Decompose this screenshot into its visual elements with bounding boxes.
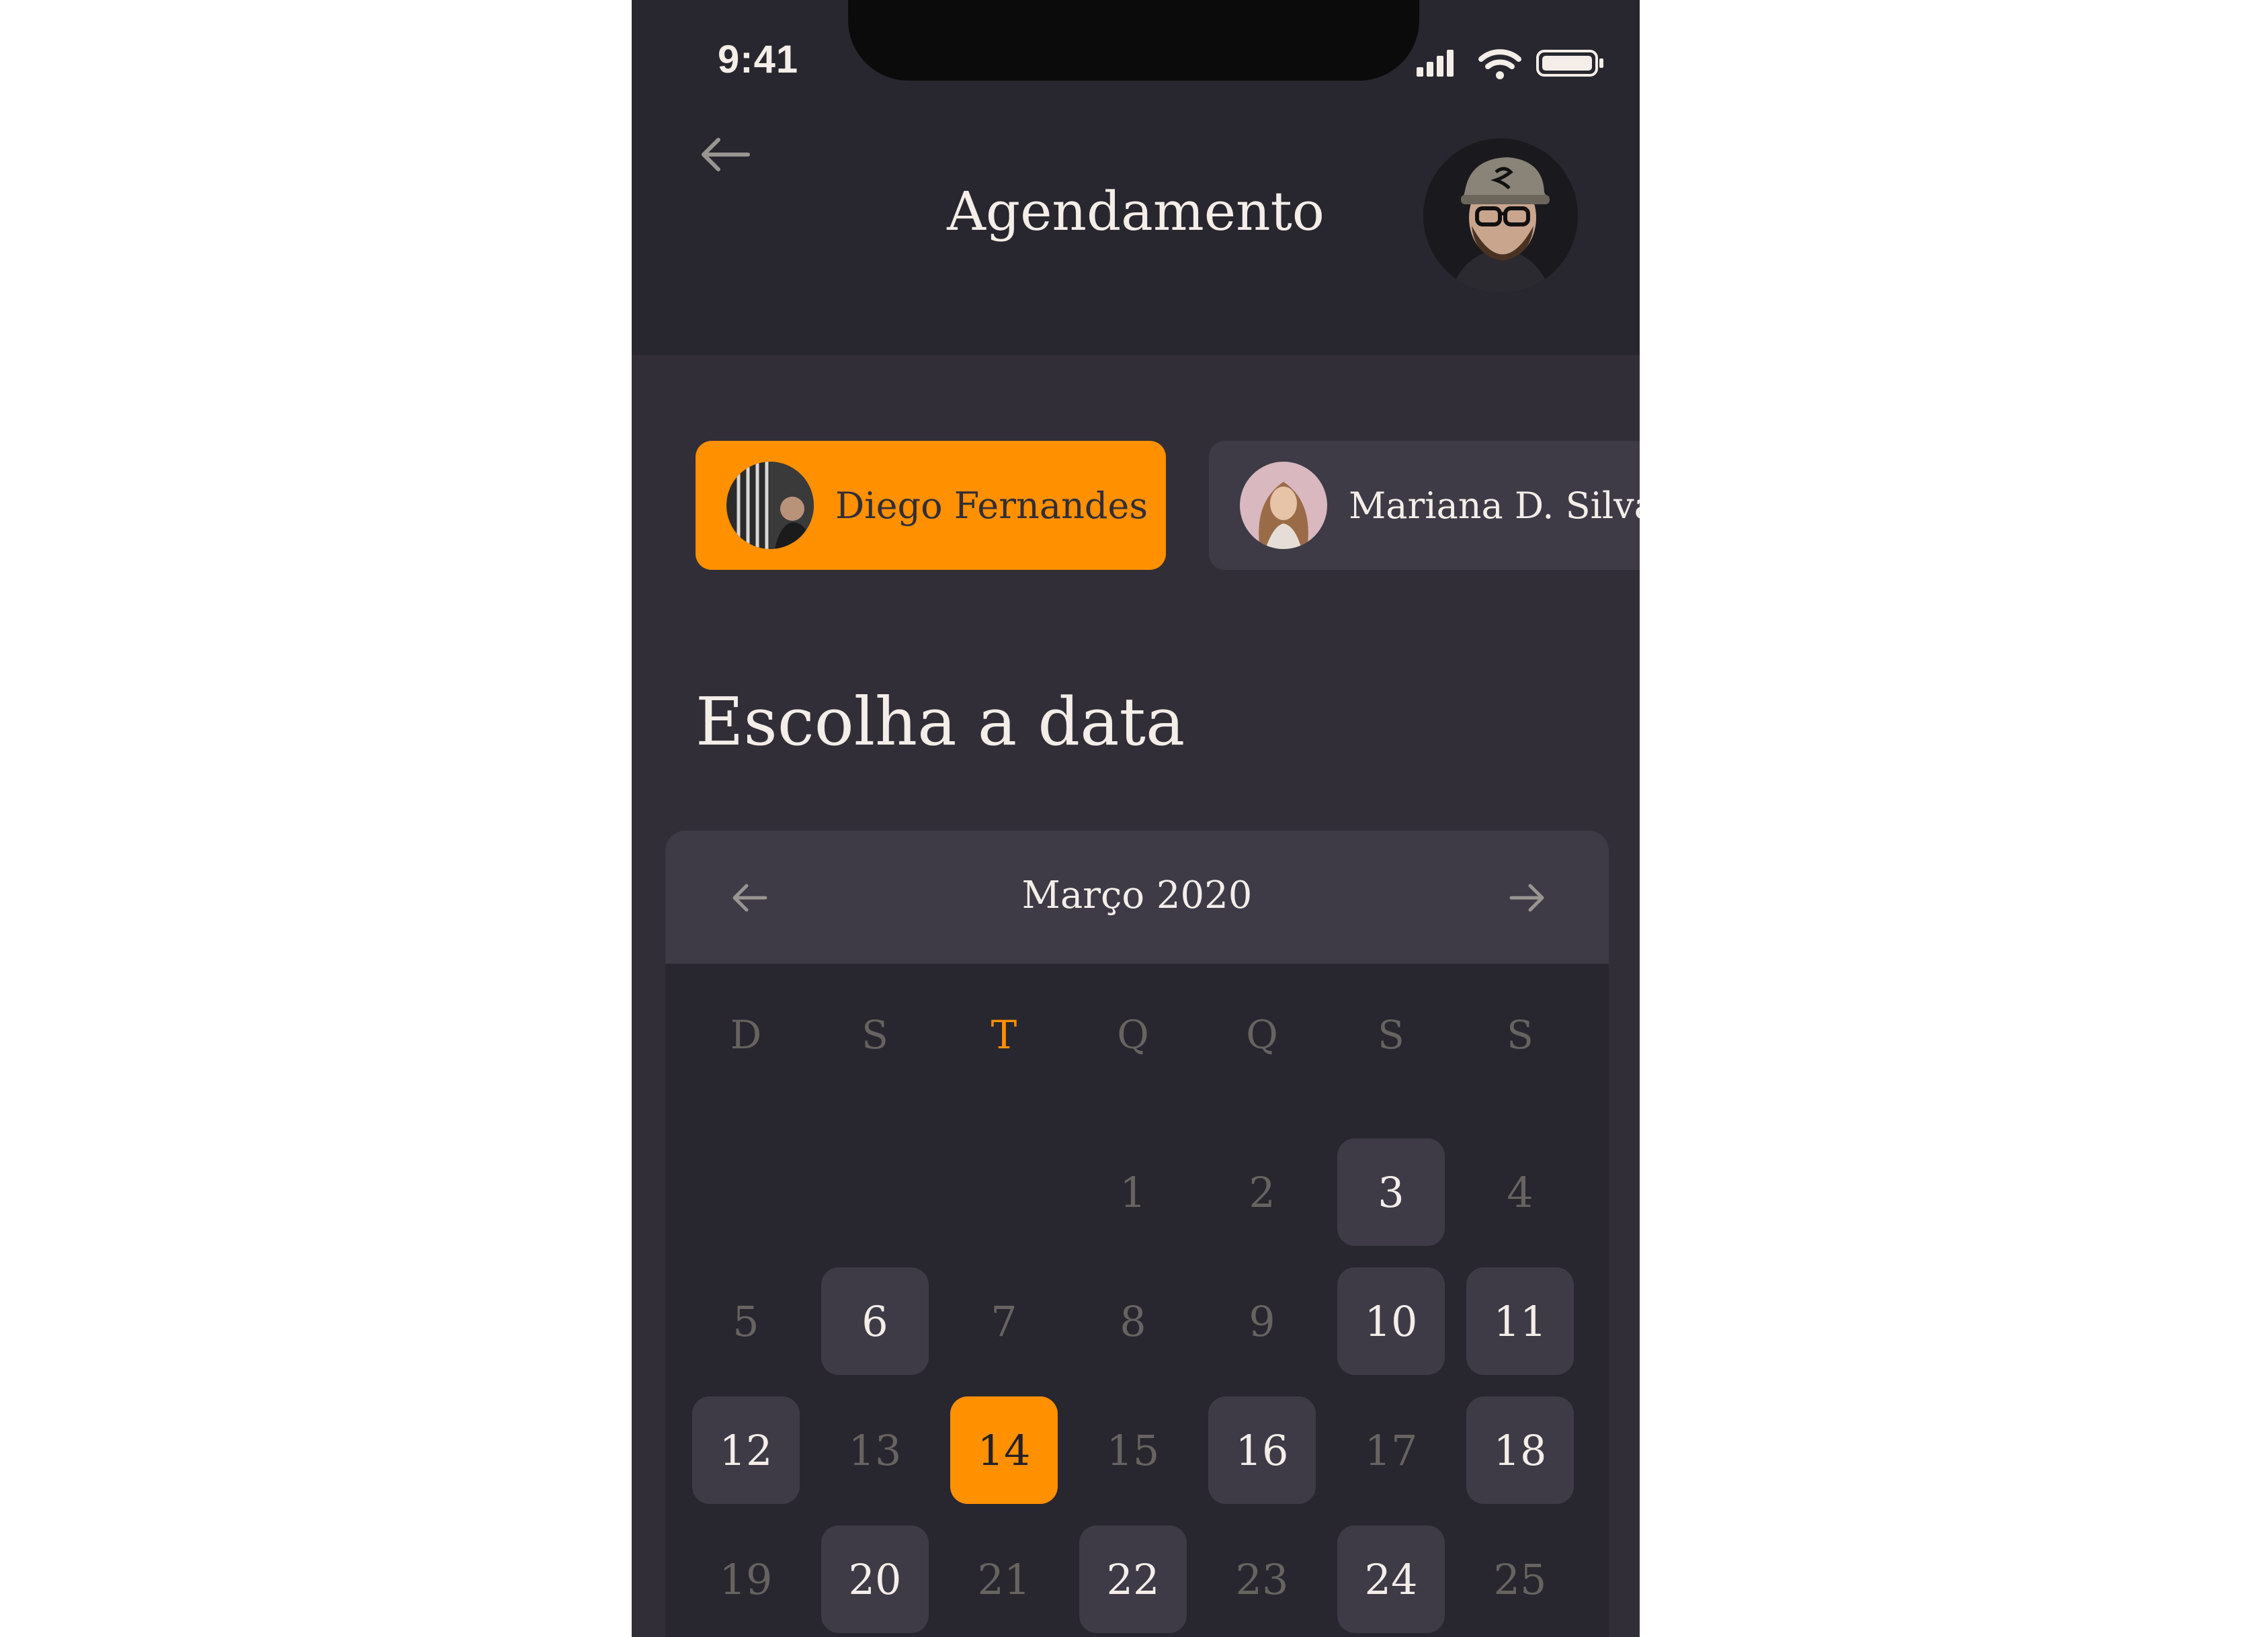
battery-icon <box>1536 50 1603 77</box>
calendar-day-selected[interactable]: 14 <box>950 1396 1058 1504</box>
weekday-label: S <box>862 1012 888 1058</box>
provider-avatar <box>1240 462 1327 549</box>
calendar-day[interactable]: 12 <box>692 1396 800 1504</box>
arrow-right-icon <box>1509 884 1544 912</box>
calendar-day[interactable]: 6 <box>821 1267 929 1375</box>
calendar-day: 19 <box>719 1554 773 1604</box>
provider-avatar <box>726 462 814 549</box>
wifi-icon <box>1478 49 1521 79</box>
arrow-left-icon <box>702 138 750 171</box>
calendar-day: 13 <box>848 1425 902 1475</box>
back-button[interactable] <box>692 128 757 181</box>
calendar-day[interactable]: 11 <box>1466 1267 1574 1375</box>
calendar: Março 2020 DSTQQSS 1 2 3 4 5 6 7 8 9 10 11 12 13 14 15… <box>665 831 1609 1637</box>
calendar-day[interactable]: 24 <box>1337 1525 1445 1633</box>
section-title: Escolha a data <box>696 684 1185 761</box>
status-time: 9:41 <box>718 38 799 81</box>
calendar-day: 5 <box>732 1296 759 1346</box>
calendar-month-label: Março 2020 <box>1021 874 1253 917</box>
phone-screen: 9:41 Agendamento Diego Fernandes Mariana… <box>632 0 1640 1637</box>
calendar-day: 2 <box>1249 1167 1275 1217</box>
arrow-left-icon <box>732 884 767 912</box>
app-header: 9:41 Agendamento <box>632 0 1640 355</box>
weekday-label: D <box>730 1012 762 1058</box>
calendar-day: 9 <box>1249 1296 1275 1346</box>
weekday-label: Q <box>1117 1012 1149 1058</box>
provider-card-selected[interactable]: Diego Fernandes <box>696 441 1166 570</box>
calendar-day: 21 <box>977 1554 1031 1604</box>
weekday-label: T <box>991 1012 1017 1058</box>
calendar-day: 7 <box>991 1296 1017 1346</box>
provider-name: Diego Fernandes <box>835 484 1148 527</box>
calendar-day: 23 <box>1235 1554 1289 1604</box>
provider-name: Mariana D. Silva <box>1349 484 1640 527</box>
calendar-day: 25 <box>1493 1554 1547 1604</box>
calendar-day: 4 <box>1507 1167 1534 1217</box>
provider-avatar-image <box>1240 462 1327 549</box>
calendar-day: 15 <box>1106 1425 1160 1475</box>
device-notch <box>848 0 1419 81</box>
status-icons <box>1417 49 1603 79</box>
provider-avatar-image <box>726 462 814 549</box>
calendar-header: Março 2020 <box>665 831 1609 964</box>
provider-card[interactable]: Mariana D. Silva <box>1209 441 1640 570</box>
screen-background: 9:41 Agendamento Diego Fernandes Mariana… <box>0 0 2268 1637</box>
calendar-day[interactable]: 18 <box>1466 1396 1574 1504</box>
provider-list: Diego Fernandes Mariana D. Silva <box>696 441 1640 570</box>
calendar-day: 1 <box>1120 1167 1146 1217</box>
user-avatar[interactable] <box>1423 138 1578 293</box>
weekday-label: S <box>1507 1012 1534 1058</box>
calendar-day[interactable]: 20 <box>821 1525 929 1633</box>
weekday-label: S <box>1378 1012 1404 1058</box>
weekday-label: Q <box>1246 1012 1278 1058</box>
calendar-day[interactable]: 3 <box>1337 1138 1445 1246</box>
next-month-button[interactable] <box>1497 871 1558 925</box>
calendar-day: 8 <box>1120 1296 1146 1346</box>
calendar-day: 17 <box>1364 1425 1418 1475</box>
calendar-day[interactable]: 10 <box>1337 1267 1445 1375</box>
calendar-day[interactable]: 22 <box>1079 1525 1187 1633</box>
signal-icon <box>1417 50 1454 77</box>
page-title: Agendamento <box>947 180 1325 243</box>
previous-month-button[interactable] <box>719 871 780 925</box>
user-avatar-image <box>1423 138 1578 293</box>
calendar-day[interactable]: 16 <box>1208 1396 1316 1504</box>
